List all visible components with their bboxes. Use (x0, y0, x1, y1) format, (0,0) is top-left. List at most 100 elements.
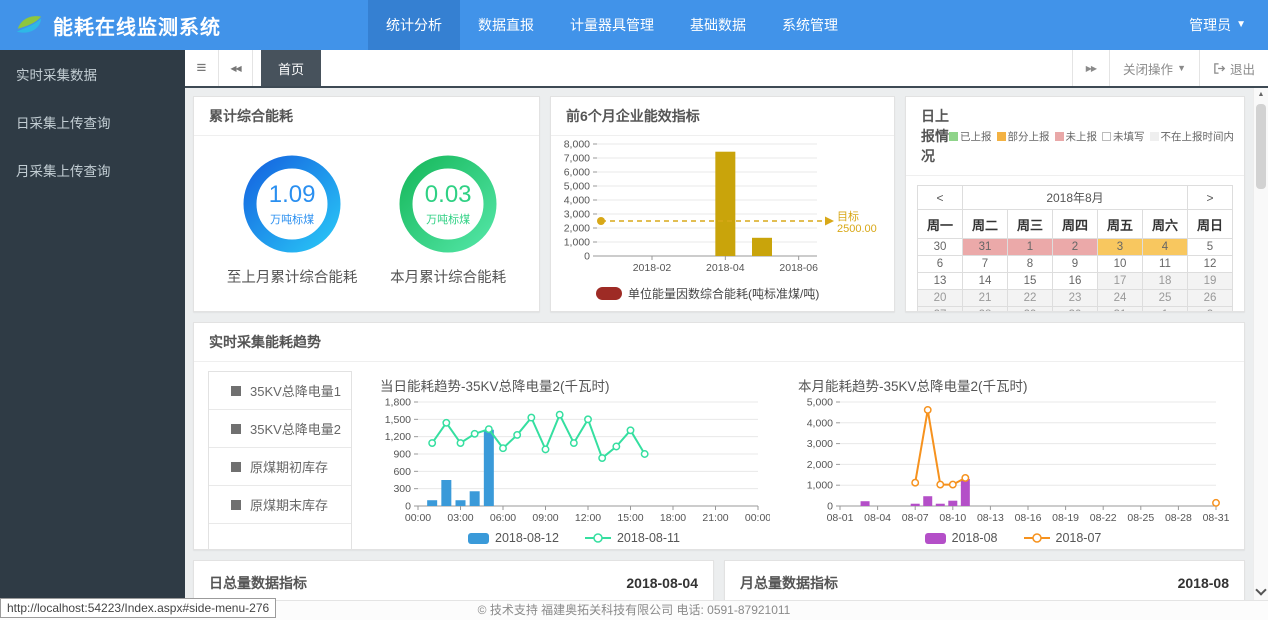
calendar-day-cell[interactable]: 30 (917, 238, 963, 256)
meter-item-3[interactable]: 原煤期初库存 (209, 448, 351, 486)
calendar-day-cell[interactable]: 20 (917, 289, 963, 307)
calendar-day-cell[interactable]: 4 (1142, 238, 1188, 256)
nav-item-5[interactable]: 系统管理 (764, 0, 856, 50)
sidebar-toggle-button[interactable]: ≡ (185, 50, 219, 86)
footer-text: © 技术支持 福建奥拓关科技有限公司 电话: 0591-87921011 (477, 603, 791, 617)
donut-unit: 万吨标煤 (426, 214, 471, 226)
svg-text:4,000: 4,000 (564, 195, 590, 207)
calendar-day-cell[interactable]: 14 (962, 272, 1008, 290)
calendar-day-cell[interactable]: 2 (1187, 306, 1233, 311)
calendar-day-cell[interactable]: 13 (917, 272, 963, 290)
nav-item-4[interactable]: 基础数据 (672, 0, 764, 50)
calendar-day-cell[interactable]: 23 (1052, 289, 1098, 307)
calendar-day-cell[interactable]: 8 (1007, 255, 1053, 273)
calendar-day-cell[interactable]: 28 (962, 306, 1008, 311)
svg-text:1,200: 1,200 (385, 431, 411, 443)
calendar-day-cell[interactable]: 1 (1142, 306, 1188, 311)
svg-text:15:00: 15:00 (617, 512, 643, 524)
meter-item-2[interactable]: 35KV总降电量2 (209, 410, 351, 448)
svg-text:08-04: 08-04 (864, 512, 891, 524)
calendar-day-cell[interactable]: 3 (1097, 238, 1143, 256)
calendar-day-cell[interactable]: 27 (917, 306, 963, 311)
calendar-day-cell[interactable]: 26 (1187, 289, 1233, 307)
line-legend-swatch-icon (584, 533, 611, 543)
calendar-day-cell[interactable]: 6 (917, 255, 963, 273)
calendar-day-cell[interactable]: 12 (1187, 255, 1233, 273)
calendar-day-cell[interactable]: 5 (1187, 238, 1233, 256)
legend-item[interactable]: 单位能量因数综合能耗(吨标准煤/吨) (596, 285, 819, 302)
calendar-day-cell[interactable]: 19 (1187, 272, 1233, 290)
calendar-prev-button[interactable]: < (917, 185, 963, 210)
svg-text:12:00: 12:00 (575, 512, 601, 524)
legend-item[interactable]: 企业能效指标2(吨标准煤/吨) (596, 309, 778, 311)
tabs-scroll-left-button[interactable]: ◀◀ (219, 50, 253, 86)
calendar-day-cell[interactable]: 15 (1007, 272, 1053, 290)
meter-item-1[interactable]: 35KV总降电量1 (209, 372, 351, 410)
sidebar-item-3[interactable]: 月采集上传查询 (0, 146, 185, 194)
nav-item-2[interactable]: 数据直报 (460, 0, 552, 50)
calendar-day-cell[interactable]: 18 (1142, 272, 1188, 290)
nav-item-3[interactable]: 计量器具管理 (552, 0, 672, 50)
legend-item[interactable]: 2018-08-11 (584, 531, 680, 545)
status-legend-item: 部分上报 (996, 129, 1050, 144)
scroll-down-icon[interactable] (1255, 584, 1267, 596)
link-status-tooltip: http://localhost:54223/Index.aspx#side-m… (0, 598, 277, 618)
legend-item[interactable]: 2018-08-12 (468, 531, 559, 545)
calendar-day-cell[interactable]: 11 (1142, 255, 1188, 273)
donut-1: 1.09 万吨标煤至上月累计综合能耗 (226, 152, 358, 287)
user-menu[interactable]: 管理员 ▼ (1167, 0, 1268, 50)
calendar-day-cell[interactable]: 1 (1007, 238, 1053, 256)
calendar-day-cell[interactable]: 16 (1052, 272, 1098, 290)
panel-daily-report: 日上报情况 已上报 部分上报 未上报 未填写 不在上报时间内 <2018年8月 > 周一 周二… (905, 96, 1245, 312)
close-operations-button[interactable]: 关闭操作 ▼ (1109, 50, 1199, 86)
calendar-day-cell[interactable]: 31 (1097, 306, 1143, 311)
donut-unit: 万吨标煤 (270, 214, 315, 226)
calendar-day-cell[interactable]: 17 (1097, 272, 1143, 290)
svg-text:0: 0 (827, 501, 833, 513)
calendar-day-cell[interactable]: 30 (1052, 306, 1098, 311)
sidebar: 实时采集数据 日采集上传查询 月采集上传查询 (0, 50, 185, 600)
donut-value: 1.09 (268, 181, 316, 208)
calendar-day-cell[interactable]: 7 (962, 255, 1008, 273)
calendar-day-cell[interactable]: 24 (1097, 289, 1143, 307)
nav-item-1[interactable]: 统计分析 (368, 0, 460, 50)
calendar-day-cell[interactable]: 10 (1097, 255, 1143, 273)
calendar-weekday-header: 周五 (1097, 209, 1143, 239)
svg-text:0: 0 (405, 501, 411, 513)
legend-item[interactable]: 2018-07 (1023, 531, 1102, 545)
svg-text:2,000: 2,000 (807, 459, 833, 471)
legend-item[interactable]: 2018-08 (924, 531, 998, 545)
tabs-scroll-right-button[interactable]: ▶▶ (1071, 50, 1109, 86)
vertical-scrollbar[interactable]: ▲ (1253, 88, 1268, 600)
calendar-day-cell[interactable]: 21 (962, 289, 1008, 307)
svg-text:2018-04: 2018-04 (706, 262, 745, 274)
calendar-day-cell[interactable]: 29 (1007, 306, 1053, 311)
legend-label: 2018-08-11 (616, 531, 680, 545)
scroll-up-icon[interactable]: ▲ (1254, 91, 1268, 98)
double-right-icon: ▶▶ (1085, 63, 1097, 73)
svg-text:900: 900 (393, 449, 411, 461)
legend-label: 2018-07 (1055, 531, 1102, 545)
meter-item-4[interactable]: 原煤期末库存 (209, 486, 351, 524)
panel-date: 2018-08 (1177, 575, 1229, 591)
tab-home[interactable]: 首页 (261, 50, 322, 86)
panel-title: 日总量数据指标 (209, 575, 307, 591)
calendar-next-button[interactable]: > (1187, 185, 1233, 210)
svg-text:4,000: 4,000 (807, 417, 833, 429)
donut-caption: 至上月累计综合能耗 (226, 270, 358, 286)
app-brand[interactable]: 能耗在线监测系统 (0, 0, 368, 50)
monthly-trend-chart: 0 1,000 2,000 3,000 4,000 5,000 08-01 08-04 08-0… (807, 397, 1230, 525)
calendar-day-cell[interactable]: 25 (1142, 289, 1188, 307)
svg-text:3,000: 3,000 (564, 209, 590, 221)
calendar-day-cell[interactable]: 22 (1007, 289, 1053, 307)
calendar-day-cell[interactable]: 31 (962, 238, 1008, 256)
scrollbar-thumb[interactable] (1256, 104, 1266, 189)
meter-label: 35KV总降电量2 (250, 422, 342, 437)
calendar-day-cell[interactable]: 9 (1052, 255, 1098, 273)
svg-text:08-28: 08-28 (1165, 512, 1192, 524)
calendar-day-cell[interactable]: 2 (1052, 238, 1098, 256)
sidebar-item-2[interactable]: 日采集上传查询 (0, 98, 185, 146)
panel-realtime-trend: 实时采集能耗趋势 35KV总降电量1 35KV总降电量2 原煤期初库存 原煤期末库存 … (193, 322, 1245, 550)
sidebar-item-1[interactable]: 实时采集数据 (0, 50, 185, 98)
logout-button[interactable]: 退出 (1198, 50, 1268, 86)
